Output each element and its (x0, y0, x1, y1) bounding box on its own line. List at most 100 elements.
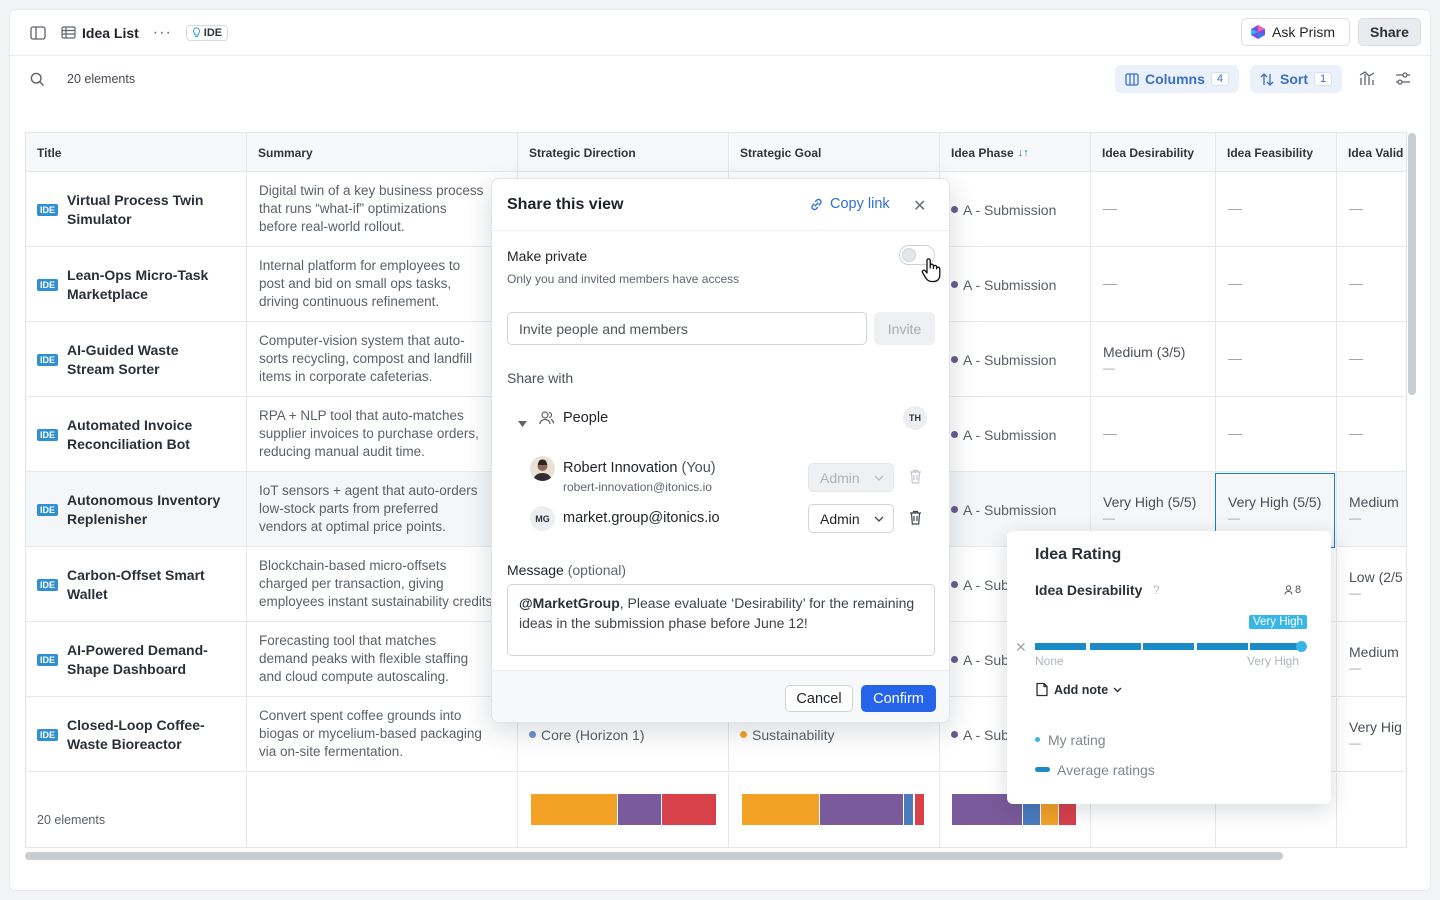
desirability-cell[interactable]: Medium (3/5) — (1091, 322, 1216, 397)
col-strategic-direction[interactable]: Strategic Direction (518, 133, 729, 172)
validity-cell[interactable]: Low (2/5— (1337, 547, 1406, 622)
summary-cell[interactable]: Computer-vision system that auto-sorts r… (247, 322, 518, 397)
legend-my-rating: My rating (1048, 732, 1106, 748)
summary-cell[interactable]: Internal platform for employees to post a… (247, 247, 518, 322)
title-cell[interactable]: IDE Lean-Ops Micro-Task Marketplace (26, 247, 247, 322)
share-button[interactable]: Share (1358, 18, 1421, 46)
sort-direction-icon[interactable]: ↓↑ (1018, 147, 1029, 159)
feasibility-cell[interactable]: — (1216, 322, 1337, 397)
scale-min-label: None (1035, 654, 1064, 668)
slider-knob[interactable] (1296, 641, 1307, 652)
horizontal-scrollbar[interactable] (25, 852, 1283, 860)
sort-button[interactable]: Sort 1 (1250, 65, 1343, 93)
ask-prism-button[interactable]: Ask Prism (1241, 18, 1350, 46)
help-icon[interactable]: ? (1153, 583, 1160, 597)
invite-input[interactable] (507, 312, 867, 345)
summary-line: sorts recycling, compost and landfill (259, 351, 473, 366)
validity-cell[interactable]: — (1337, 172, 1406, 247)
cancel-button[interactable]: Cancel (785, 685, 853, 712)
rating-segment[interactable] (1035, 643, 1086, 650)
col-idea-feasibility[interactable]: Idea Feasibility (1216, 133, 1337, 172)
rating-segment[interactable] (1250, 643, 1297, 650)
validity-cell[interactable]: Medium — (1337, 622, 1406, 697)
validity-cell[interactable]: Very Hig — (1337, 697, 1406, 772)
message-optional: (optional) (567, 562, 627, 578)
rating-segment[interactable] (1143, 643, 1194, 650)
summary-cell[interactable]: RPA + NLP tool that auto-matches supplier… (247, 397, 518, 472)
filter-settings-icon[interactable] (1395, 72, 1411, 85)
message-textarea[interactable]: @MarketGroup, Please evaluate ‘Desirabil… (507, 584, 935, 656)
person-name-text: Robert Innovation (563, 460, 678, 476)
share-dialog-title: Share this view (507, 196, 624, 213)
desirability-cell[interactable]: — (1091, 247, 1216, 322)
close-icon[interactable]: ✕ (913, 196, 926, 216)
add-note-button[interactable]: Add note (1035, 682, 1122, 697)
phase-cell[interactable]: A - Submission (940, 172, 1091, 247)
title-cell[interactable]: IDE Virtual Process Twin Simulator (26, 172, 247, 247)
confirm-button[interactable]: Confirm (861, 685, 936, 712)
trash-icon[interactable] (909, 510, 922, 528)
desirability-cell[interactable]: — (1091, 172, 1216, 247)
direction-bar-red[interactable] (662, 794, 716, 825)
goal-bar-purple[interactable] (820, 794, 903, 825)
goal-bar-orange[interactable] (742, 794, 819, 825)
col-idea-phase[interactable]: Idea Phase ↓↑ (940, 133, 1091, 172)
title-cell[interactable]: IDE Closed-Loop Coffee-Waste Bioreactor (26, 697, 247, 772)
validity-value: Very Hig (1349, 719, 1402, 735)
summary-line: driving continuous refinement. (259, 294, 440, 309)
invite-button[interactable]: Invite (874, 312, 935, 345)
title-cell[interactable]: IDE Carbon-Offset Smart Wallet (26, 547, 247, 622)
link-icon (811, 198, 822, 210)
col-title[interactable]: Title (26, 133, 247, 172)
direction-bar-orange[interactable] (531, 794, 617, 825)
search-icon[interactable] (30, 72, 45, 87)
direction-bar-purple[interactable] (618, 794, 661, 825)
title-cell[interactable]: IDE AI-Powered Demand-Shape Dashboard (26, 622, 247, 697)
phase-cell[interactable]: A - Submission (940, 397, 1091, 472)
summary-cell[interactable]: IoT sensors + agent that auto-orders low-… (247, 472, 518, 547)
summary-cell[interactable]: Digital twin of a key business process th… (247, 172, 518, 247)
feasibility-cell[interactable]: — (1216, 247, 1337, 322)
validity-cell[interactable]: Medium — (1337, 472, 1406, 547)
sort-label: Sort (1280, 71, 1308, 87)
role-select[interactable]: Admin (808, 504, 894, 533)
summary-cell[interactable]: Blockchain-based micro-offsets charged pe… (247, 547, 518, 622)
goal-bar-red[interactable] (915, 794, 924, 825)
ide-chip[interactable]: IDE (185, 24, 229, 41)
avatar: MG (530, 506, 555, 531)
copy-link-button[interactable]: Copy link (809, 196, 890, 212)
col-summary[interactable]: Summary (247, 133, 518, 172)
caret-down-icon[interactable] (518, 415, 527, 430)
col-idea-validity[interactable]: Idea Valid (1337, 133, 1406, 172)
validity-cell[interactable]: — (1337, 322, 1406, 397)
validity-cell[interactable]: — (1337, 247, 1406, 322)
desirability-empty: — (1103, 275, 1117, 291)
columns-button[interactable]: Columns 4 (1115, 65, 1240, 93)
vertical-scrollbar[interactable] (1408, 133, 1416, 395)
rating-segment[interactable] (1090, 643, 1141, 650)
sidebar-toggle-icon[interactable] (30, 25, 46, 40)
more-options-icon[interactable]: ··· (153, 24, 172, 42)
feasibility-cell[interactable]: — (1216, 172, 1337, 247)
col-strategic-goal[interactable]: Strategic Goal (729, 133, 940, 172)
title-cell[interactable]: IDE AI-Guided Waste Stream Sorter (26, 322, 247, 397)
title-cell[interactable]: IDE Automated Invoice Reconciliation Bot (26, 397, 247, 472)
clear-rating-icon[interactable]: ✕ (1015, 639, 1027, 656)
phase-dot (951, 731, 958, 738)
desirability-cell[interactable]: — (1091, 397, 1216, 472)
phase-cell[interactable]: A - Submission (940, 322, 1091, 397)
chart-settings-icon[interactable] (1359, 71, 1375, 86)
phase-dot (951, 356, 958, 363)
goal-bar-blue[interactable] (904, 794, 913, 825)
summary-cell[interactable]: Forecasting tool that matches demand peak… (247, 622, 518, 697)
phase-cell[interactable]: A - Submission (940, 247, 1091, 322)
summary-cell[interactable]: Convert spent coffee grounds into biogas … (247, 697, 518, 772)
title-cell[interactable]: IDE Autonomous Inventory Replenisher (26, 472, 247, 547)
footer-count: 20 elements (37, 813, 106, 827)
feasibility-cell[interactable]: — (1216, 397, 1337, 472)
people-group-label[interactable]: People (563, 410, 608, 426)
col-idea-desirability[interactable]: Idea Desirability (1091, 133, 1216, 172)
rating-segment[interactable] (1197, 643, 1248, 650)
validity-empty: — (1349, 275, 1363, 291)
validity-cell[interactable]: — (1337, 397, 1406, 472)
